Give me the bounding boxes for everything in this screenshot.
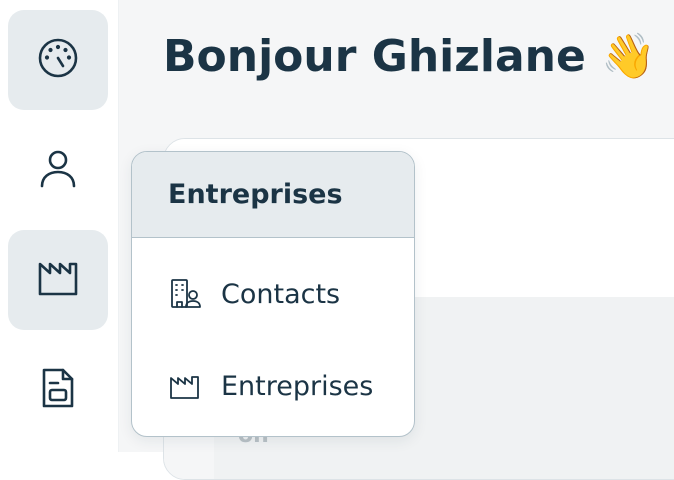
- menu-item-label: Contacts: [221, 278, 341, 310]
- factory-icon: [166, 367, 204, 405]
- sidebar-item-dashboard[interactable]: [8, 10, 108, 110]
- popover-title: Entreprises: [168, 179, 343, 210]
- sidebar-item-documents[interactable]: [8, 340, 108, 440]
- companies-popover-menu: Entreprises Contacts Entreprises: [131, 151, 415, 437]
- factory-icon: [36, 256, 80, 304]
- page-title: Bonjour Ghizlane 👋: [163, 31, 656, 82]
- document-icon: [36, 366, 80, 414]
- popover-header: Entreprises: [132, 152, 414, 238]
- sidebar-item-companies[interactable]: [8, 230, 108, 330]
- sidebar: [0, 0, 119, 452]
- sidebar-item-users[interactable]: [8, 120, 108, 220]
- menu-item-label: Entreprises: [221, 370, 374, 402]
- gauge-icon: [36, 36, 80, 84]
- menu-item-entreprises[interactable]: Entreprises: [132, 356, 414, 416]
- menu-item-contacts[interactable]: Contacts: [132, 264, 414, 324]
- user-icon: [36, 146, 80, 194]
- building-user-icon: [166, 275, 204, 313]
